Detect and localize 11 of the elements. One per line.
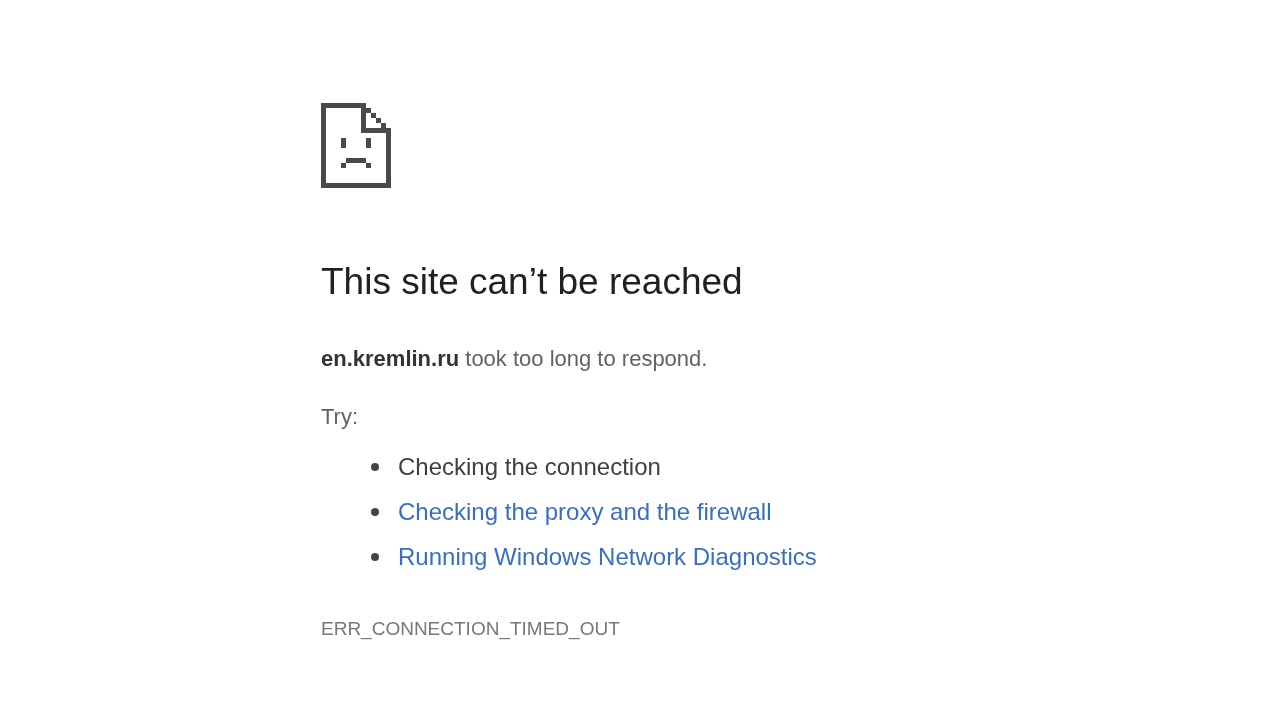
try-label: Try: bbox=[321, 404, 359, 430]
error-message: en.kremlin.ru took too long to respond. bbox=[321, 346, 709, 372]
bullet-icon bbox=[371, 507, 379, 516]
sad-page-icon bbox=[321, 103, 391, 188]
bullet-icon bbox=[371, 462, 379, 471]
error-code: ERR_CONNECTION_TIMED_OUT bbox=[321, 617, 620, 641]
page-title: This site can’t be reached bbox=[321, 260, 744, 304]
suggestion-text: Checking the connection bbox=[398, 451, 661, 482]
bullet-icon bbox=[371, 552, 379, 561]
suggestion-link[interactable]: Running Windows Network Diagnostics bbox=[398, 541, 817, 572]
suggestion-link[interactable]: Checking the proxy and the firewall bbox=[398, 496, 772, 527]
